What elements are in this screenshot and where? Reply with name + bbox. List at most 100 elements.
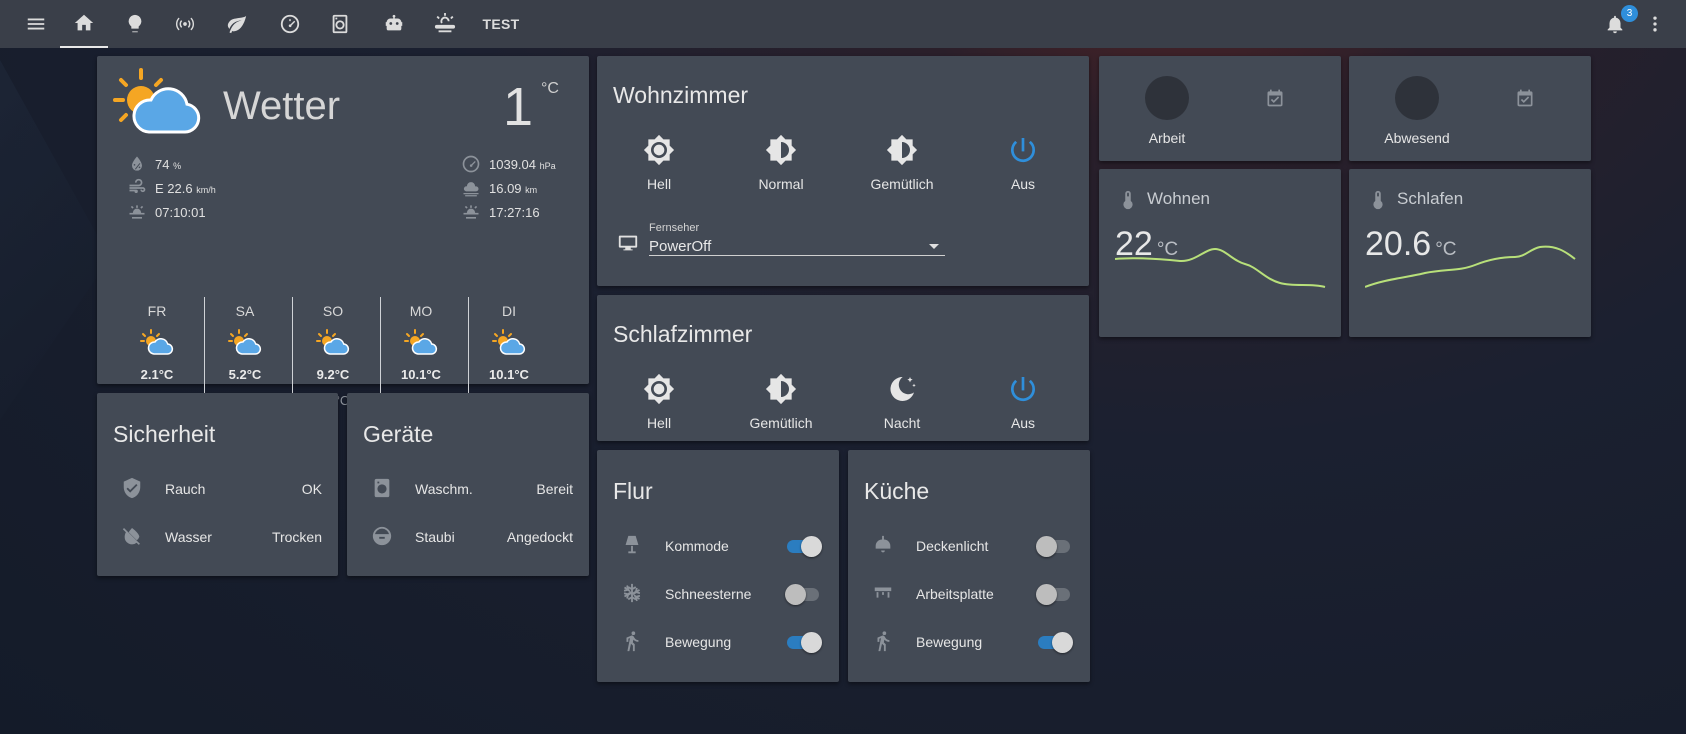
brightness-high-icon	[604, 134, 714, 166]
tab-broadcast[interactable]	[165, 0, 205, 48]
brightness-half-icon	[726, 134, 836, 166]
sunrise-icon	[129, 205, 145, 219]
partly-cloudy-icon	[316, 329, 350, 355]
entity-label: Wasser	[165, 529, 212, 545]
calendar-check-icon	[1515, 88, 1535, 113]
sunset-icon	[463, 205, 479, 219]
forecast-day-label: SO	[322, 303, 344, 319]
power-icon	[968, 134, 1078, 166]
partly-cloudy-icon	[140, 329, 174, 355]
snowflake-icon	[621, 582, 645, 606]
presence-card[interactable]: Arbeit	[1099, 56, 1341, 161]
power-icon	[968, 373, 1078, 405]
partly-cloudy-icon	[404, 329, 438, 355]
toggle-switch[interactable]	[785, 536, 822, 557]
scene-button-hell[interactable]: Hell	[604, 373, 714, 431]
avatar	[1145, 76, 1189, 120]
toggle-switch[interactable]	[785, 632, 822, 653]
forecast-high: 5.2°C	[228, 367, 262, 382]
entity-toggle-row[interactable]: Schneesterne	[597, 582, 839, 606]
scene-button-gemütlich[interactable]: Gemütlich	[847, 134, 957, 192]
entity-toggle-row[interactable]: Bewegung	[848, 630, 1090, 654]
entity-rauch[interactable]: Rauch OK	[97, 477, 338, 501]
entity-label: Deckenlicht	[916, 538, 989, 554]
entity-toggle-row[interactable]: Arbeitsplatte	[848, 582, 1090, 606]
sensor-name: Wohnen	[1147, 189, 1211, 208]
entity-wasser[interactable]: Wasser Trocken	[97, 525, 338, 549]
tab-lights[interactable]	[115, 0, 155, 48]
tab-energy[interactable]	[217, 0, 257, 48]
tab-home[interactable]	[60, 0, 108, 48]
entity-toggle-row[interactable]: Deckenlicht	[848, 534, 1090, 558]
partly-cloudy-icon	[228, 329, 262, 355]
tab-weather[interactable]	[425, 0, 465, 48]
scene-button-normal[interactable]: Normal	[726, 134, 836, 192]
robot-icon	[385, 14, 403, 31]
schlafzimmer-title: Schlafzimmer	[613, 321, 753, 347]
entity-label: Bewegung	[665, 634, 732, 650]
partly-cloudy-icon	[492, 329, 526, 355]
sensor-history-graph	[1115, 247, 1326, 288]
toggle-switch[interactable]	[1036, 632, 1073, 653]
sensor-history-graph	[1365, 245, 1576, 288]
humidity-unit: %	[173, 160, 182, 171]
broadcast-icon	[175, 17, 195, 31]
entity-state: Angedockt	[506, 529, 573, 545]
scene-label: Normal	[758, 176, 804, 192]
entity-waschmaschine[interactable]: Waschm. Bereit	[347, 477, 589, 501]
schlafzimmer-card: Schlafzimmer Hell Gemütlich Nacht Aus	[597, 295, 1089, 441]
entity-toggle-row[interactable]: Bewegung	[597, 630, 839, 654]
fog-icon	[463, 182, 479, 197]
toggle-switch[interactable]	[785, 584, 821, 605]
shield-check-icon	[121, 477, 145, 501]
scene-button-aus[interactable]: Aus	[968, 373, 1078, 431]
forecast-day-label: DI	[502, 303, 516, 319]
sunset-time: 17:27:16	[489, 204, 540, 220]
forecast-high: 2.1°C	[140, 367, 174, 382]
pressure-row: 1039.04 hPa	[461, 154, 556, 174]
weather-night-icon	[434, 13, 456, 33]
kueche-title: Küche	[864, 478, 930, 504]
avatar	[1395, 76, 1439, 120]
menu-icon[interactable]	[20, 0, 52, 48]
scene-label: Hell	[646, 176, 672, 192]
entity-state: Trocken	[271, 529, 322, 545]
leaf-icon	[227, 15, 247, 34]
wind-row: E 22.6 km/h	[127, 178, 216, 198]
tv-select-value: PowerOff	[649, 238, 712, 255]
sensor-card[interactable]: Schlafen 20.6 °C	[1349, 169, 1591, 337]
tab-appliances[interactable]	[320, 0, 360, 48]
pressure-value: 1039.04	[489, 156, 536, 172]
more-vert-icon[interactable]	[1645, 0, 1665, 48]
tv-select[interactable]: Fernseher PowerOff	[649, 222, 945, 256]
partly-cloudy-icon	[113, 68, 201, 134]
notifications-button[interactable]: 3	[1600, 0, 1638, 48]
presence-card[interactable]: Abwesend	[1349, 56, 1591, 161]
brightness-high-icon	[604, 373, 714, 405]
toggle-switch[interactable]	[1036, 536, 1072, 557]
sensor-card[interactable]: Wohnen 22 °C	[1099, 169, 1341, 337]
entity-label: Arbeitsplatte	[916, 586, 994, 602]
entity-label: Waschm.	[415, 481, 473, 497]
toggle-switch[interactable]	[1036, 584, 1072, 605]
scene-button-nacht[interactable]: Nacht	[847, 373, 957, 431]
scene-button-gemütlich[interactable]: Gemütlich	[726, 373, 836, 431]
walk-icon	[621, 630, 645, 654]
lamp-icon	[621, 534, 645, 558]
pressure-unit: hPa	[539, 160, 556, 171]
wohnzimmer-title: Wohnzimmer	[613, 82, 749, 108]
tab-gauge[interactable]	[270, 0, 310, 48]
entity-state: Bereit	[536, 481, 573, 497]
scene-button-hell[interactable]: Hell	[604, 134, 714, 192]
tab-test[interactable]: TEST	[478, 0, 524, 48]
scene-button-aus[interactable]: Aus	[968, 134, 1078, 192]
weather-card[interactable]: Wetter 1 °C 74 % E 22.6 km/h 07:10:01 10…	[97, 56, 589, 431]
entity-staubi[interactable]: Staubi Angedockt	[347, 525, 589, 549]
presence-label: Abwesend	[1384, 130, 1450, 146]
entity-label: Staubi	[415, 529, 455, 545]
entity-toggle-row[interactable]: Kommode	[597, 534, 839, 558]
entity-state: OK	[301, 481, 322, 497]
geraete-title: Geräte	[363, 421, 434, 447]
scene-label: Gemütlich	[749, 415, 813, 431]
tab-robot[interactable]	[372, 0, 416, 48]
